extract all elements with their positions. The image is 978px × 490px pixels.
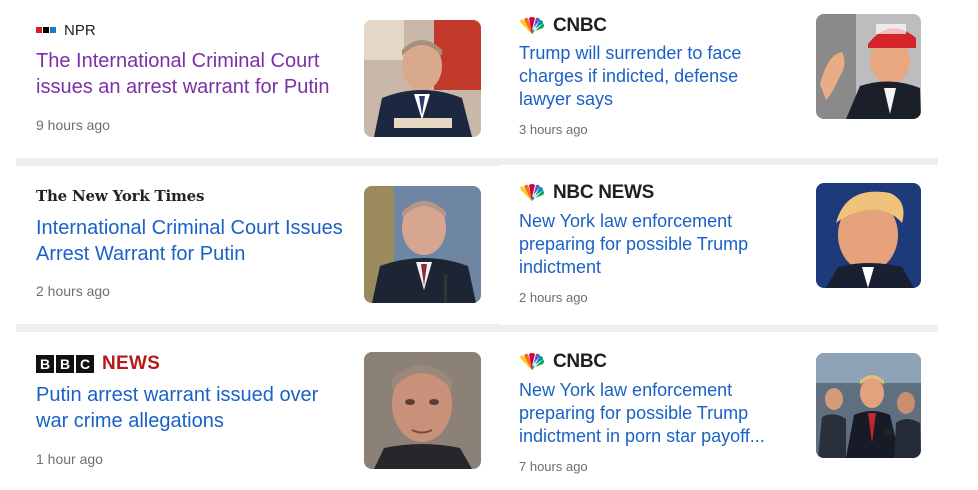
news-card-cnbc[interactable]: CNBC Trump will surrender to face charge… [500, 0, 938, 158]
news-card-nyt[interactable]: The New York Times International Crimina… [16, 166, 500, 324]
timestamp: 9 hours ago [36, 117, 110, 133]
putin-photo-thumbnail[interactable] [364, 352, 481, 469]
news-card-bbc[interactable]: BBC NEWS Putin arrest warrant issued ove… [16, 332, 500, 490]
nyt-logo: The New York Times [36, 187, 205, 205]
trump-photo-thumbnail[interactable] [816, 353, 921, 458]
bbc-news-label: NEWS [102, 353, 161, 374]
news-card-cnbc[interactable]: CNBC New York law enforcement preparing … [500, 332, 938, 490]
headline-link[interactable]: New York law enforcement preparing for p… [519, 210, 789, 279]
nbc-peacock-icon [520, 17, 544, 34]
trump-photo-thumbnail[interactable] [816, 14, 921, 119]
trump-photo-thumbnail[interactable] [816, 183, 921, 288]
source-name: CNBC [553, 15, 607, 36]
timestamp: 1 hour ago [36, 451, 103, 467]
timestamp: 2 hours ago [36, 283, 110, 299]
headline-link[interactable]: International Criminal Court Issues Arre… [36, 216, 346, 267]
source-name: NPR [64, 21, 96, 39]
headline-link[interactable]: Putin arrest warrant issued over war cri… [36, 383, 346, 434]
card-divider [500, 325, 938, 332]
headline-link[interactable]: Trump will surrender to face charges if … [519, 42, 789, 111]
source-name: NBC NEWS [553, 182, 655, 203]
putin-photo-thumbnail[interactable] [364, 186, 481, 303]
news-card-npr[interactable]: NPR The International Criminal Court iss… [16, 0, 500, 158]
putin-photo-thumbnail[interactable] [364, 20, 481, 137]
nbc-peacock-icon [520, 353, 544, 370]
card-divider [16, 158, 500, 166]
card-divider [16, 324, 500, 332]
bbc-logo: BBC [36, 355, 94, 373]
headline-link[interactable]: New York law enforcement preparing for p… [519, 379, 789, 448]
news-card-nbc-news[interactable]: NBC NEWS New York law enforcement prepar… [500, 165, 938, 323]
timestamp: 2 hours ago [519, 290, 588, 305]
headline-link[interactable]: The International Criminal Court issues … [36, 49, 346, 100]
timestamp: 7 hours ago [519, 459, 588, 474]
npr-logo-icon [36, 27, 56, 33]
timestamp: 3 hours ago [519, 122, 588, 137]
card-divider [500, 158, 938, 165]
source-name: CNBC [553, 351, 607, 372]
left-news-column: NPR The International Criminal Court iss… [16, 0, 500, 490]
nbc-peacock-icon [520, 184, 544, 201]
source-row: NPR [36, 19, 96, 41]
